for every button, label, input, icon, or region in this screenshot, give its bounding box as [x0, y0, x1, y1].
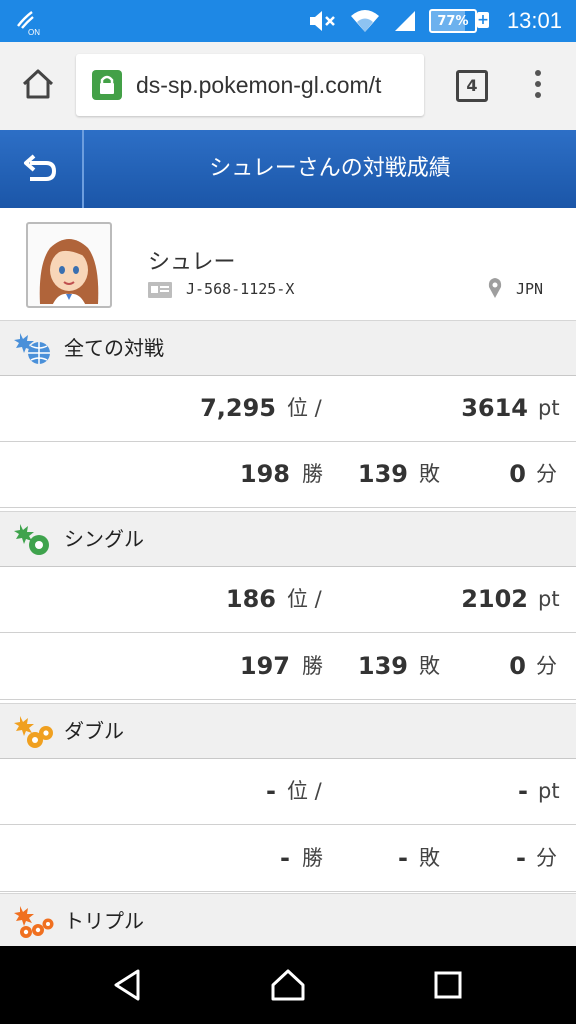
rank-value: 7,295	[200, 394, 276, 422]
nav-home-icon[interactable]	[268, 965, 308, 1005]
wifi-icon	[350, 10, 379, 32]
section-title: ダブル	[64, 719, 124, 743]
rank-row: 7,295 位 / 3614 pt	[0, 376, 576, 442]
nav-recents-icon[interactable]	[428, 965, 468, 1005]
points-unit: pt	[538, 396, 560, 420]
triple-battle-icon	[14, 906, 54, 938]
signal-icon	[394, 11, 415, 31]
home-icon[interactable]	[18, 64, 58, 104]
player-profile: シュレー J-568-1125-X JPN	[0, 208, 576, 321]
page-title: シュレーさんの対戦成績	[209, 156, 451, 181]
wins-unit: 勝	[302, 654, 323, 678]
battery-icon: 77% +	[428, 9, 489, 33]
address-bar[interactable]: ds-sp.pokemon-gl.com/t	[76, 54, 424, 116]
draws-unit: 分	[536, 654, 557, 678]
losses-value: -	[398, 844, 408, 872]
losses-unit: 敗	[419, 462, 440, 486]
section-double: ダブル	[0, 703, 576, 759]
section-single: シングル	[0, 511, 576, 567]
lock-icon	[92, 70, 122, 100]
system-nav-bar	[0, 946, 576, 1024]
rank-unit: 位 /	[287, 779, 322, 803]
section-triple: トリプル	[0, 893, 576, 949]
record-row: 197 勝 139 敗 0 分	[0, 634, 576, 700]
points-value: -	[518, 777, 528, 805]
losses-value: 139	[357, 460, 408, 488]
draws-value: 0	[509, 460, 526, 488]
globe-icon	[14, 333, 50, 364]
browser-toolbar: ds-sp.pokemon-gl.com/t 4	[0, 42, 576, 131]
rank-row: 186 位 / 2102 pt	[0, 567, 576, 633]
player-id: J-568-1125-X	[186, 280, 295, 298]
battery-percent: 77%	[437, 13, 469, 29]
status-bar: ON 77% + 13:01	[0, 0, 576, 42]
section-title: トリプル	[64, 909, 144, 933]
section-title: シングル	[64, 527, 144, 551]
charging-icon: +	[476, 12, 489, 28]
points-unit: pt	[538, 779, 560, 803]
country: JPN	[516, 280, 544, 298]
nav-back-icon[interactable]	[108, 965, 148, 1005]
losses-unit: 敗	[419, 654, 440, 678]
losses-value: 139	[357, 652, 408, 680]
section-all-battles: 全ての対戦	[0, 320, 576, 376]
avatar	[26, 222, 112, 308]
losses-unit: 敗	[419, 846, 440, 870]
rank-value: 186	[225, 585, 276, 613]
rank-unit: 位 /	[287, 396, 322, 420]
rank-unit: 位 /	[287, 587, 322, 611]
player-name: シュレー	[148, 250, 236, 275]
single-battle-icon	[14, 524, 49, 555]
svg-text:ON: ON	[28, 28, 40, 36]
url-text[interactable]: ds-sp.pokemon-gl.com/t	[136, 54, 412, 116]
mute-icon	[309, 11, 335, 31]
wins-value: 197	[239, 652, 290, 680]
back-arrow-icon	[24, 154, 57, 181]
draws-value: 0	[509, 652, 526, 680]
wins-unit: 勝	[302, 462, 323, 486]
rank-row: - 位 / - pt	[0, 759, 576, 825]
wins-unit: 勝	[302, 846, 323, 870]
wins-value: -	[280, 844, 290, 872]
points-value: 3614	[461, 394, 528, 422]
id-card-icon	[148, 282, 172, 298]
overflow-menu-icon[interactable]	[528, 68, 548, 104]
clock: 13:01	[506, 8, 562, 33]
tab-switcher-button[interactable]: 4	[456, 70, 488, 102]
draws-unit: 分	[536, 846, 557, 870]
draws-unit: 分	[536, 462, 557, 486]
points-value: 2102	[461, 585, 528, 613]
draws-value: -	[516, 844, 526, 872]
section-title: 全ての対戦	[64, 336, 164, 360]
rank-value: -	[266, 777, 276, 805]
record-row: 198 勝 139 敗 0 分	[0, 442, 576, 508]
record-row: - 勝 - 敗 - 分	[0, 826, 576, 892]
double-battle-icon	[14, 716, 53, 748]
page-header: シュレーさんの対戦成績	[0, 130, 576, 208]
nfc-icon: ON	[17, 11, 40, 36]
wins-value: 198	[239, 460, 290, 488]
location-pin-icon	[488, 278, 502, 298]
back-button[interactable]	[0, 130, 84, 208]
points-unit: pt	[538, 587, 560, 611]
